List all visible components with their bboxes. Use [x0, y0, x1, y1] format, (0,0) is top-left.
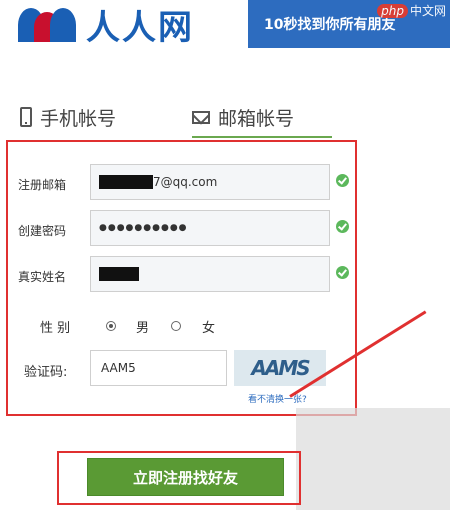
- watermark-text: 中文网: [409, 4, 446, 18]
- password-field[interactable]: ●●●●●●●●●●: [90, 210, 330, 246]
- password-value: ●●●●●●●●●●: [99, 223, 188, 233]
- header: 人人网 10秒找到你所有朋友 php 中文网: [0, 0, 450, 48]
- captcha-label: 验证码:: [24, 365, 68, 380]
- active-tab-underline: [192, 136, 332, 138]
- logo-mark-icon: [18, 4, 80, 44]
- tab-label: 邮箱帐号: [218, 107, 295, 130]
- tab-label: 手机帐号: [40, 107, 117, 130]
- register-button-label: 立即注册找好友: [132, 468, 238, 487]
- gender-label: 性 别: [40, 321, 71, 336]
- gender-male-radio[interactable]: [106, 321, 116, 331]
- email-value: 7@qq.com: [153, 175, 218, 189]
- gender-male-label: 男: [136, 321, 150, 336]
- password-label: 创建密码: [18, 224, 67, 238]
- banner-text: 10秒找到你所有朋友: [264, 17, 396, 33]
- gender-female-radio[interactable]: [171, 321, 181, 331]
- captcha-image-text: AAMS: [251, 356, 310, 380]
- watermark-badge: php: [377, 4, 408, 18]
- tab-email-account[interactable]: 邮箱帐号: [192, 96, 320, 138]
- gender-row: 性 别 男 女: [8, 317, 359, 337]
- blurred-region: [296, 408, 450, 510]
- captcha-value: AAM5: [101, 361, 136, 375]
- valid-check-icon: [336, 174, 349, 187]
- logo-text: 人人网: [86, 7, 194, 48]
- captcha-field[interactable]: AAM5: [90, 350, 227, 386]
- register-button[interactable]: 立即注册找好友: [87, 458, 284, 496]
- realname-field[interactable]: [90, 256, 330, 292]
- redacted-block: [99, 267, 139, 281]
- mail-icon: [192, 110, 210, 124]
- gender-female-label: 女: [202, 321, 216, 336]
- registration-form: 注册邮箱 7@qq.com 创建密码 ●●●●●●●●●● 真实姓名 性 别 男…: [6, 140, 357, 416]
- valid-check-icon: [336, 220, 349, 233]
- email-label: 注册邮箱: [18, 178, 67, 192]
- logo[interactable]: 人人网: [18, 0, 248, 48]
- realname-label: 真实姓名: [18, 270, 67, 284]
- email-field[interactable]: 7@qq.com: [90, 164, 330, 200]
- tab-phone-account[interactable]: 手机帐号: [20, 96, 116, 138]
- redacted-block: [99, 175, 153, 189]
- valid-check-icon: [336, 266, 349, 279]
- phone-icon: [20, 107, 32, 127]
- account-type-tabs: 手机帐号 邮箱帐号: [14, 96, 344, 138]
- watermark: php 中文网: [377, 2, 446, 19]
- captcha-refresh-link[interactable]: 看不清换一张?: [248, 392, 307, 405]
